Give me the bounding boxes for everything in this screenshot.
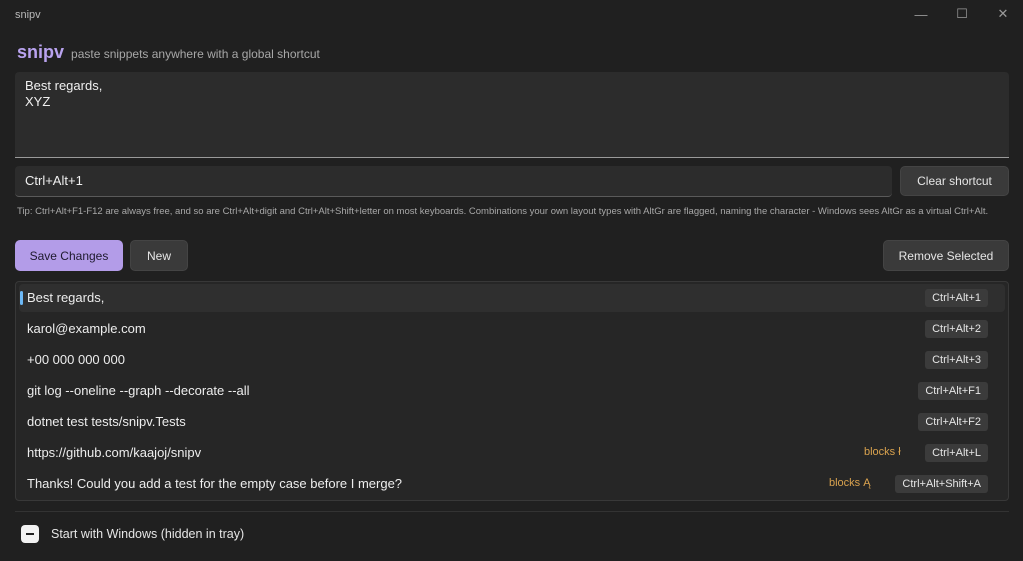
app-window: snipv — ☐ ✕ snipv paste snippets anywher… bbox=[0, 0, 1023, 561]
altgr-conflict-warning: blocks ł bbox=[864, 446, 901, 458]
shortcut-input[interactable]: Ctrl+Alt+1 bbox=[15, 166, 892, 197]
snippet-label: +00 000 000 000 bbox=[27, 352, 125, 367]
shortcut-badge: Ctrl+Alt+3 bbox=[925, 351, 988, 369]
start-with-windows-label: Start with Windows (hidden in tray) bbox=[51, 527, 245, 541]
app-tagline: paste snippets anywhere with a global sh… bbox=[71, 47, 320, 61]
divider bbox=[15, 511, 1009, 512]
clear-shortcut-button[interactable]: Clear shortcut bbox=[900, 166, 1009, 196]
shortcut-badge: Ctrl+Alt+2 bbox=[925, 320, 988, 338]
maximize-icon: ☐ bbox=[956, 6, 968, 21]
snippet-list[interactable]: Best regards, Ctrl+Alt+1 karol@example.com… bbox=[15, 281, 1009, 501]
app-header: snipv paste snippets anywhere with a glo… bbox=[17, 42, 320, 63]
close-icon: ✕ bbox=[997, 6, 1009, 21]
maximize-button[interactable]: ☐ bbox=[947, 4, 977, 24]
window-title: snipv bbox=[15, 9, 41, 21]
app-name: snipv bbox=[17, 42, 65, 62]
save-changes-button[interactable]: Save Changes bbox=[15, 240, 123, 271]
snippet-row[interactable]: dotnet test tests/snipv.Tests Ctrl+Alt+F2 bbox=[19, 408, 1005, 436]
shortcut-badge: Ctrl+Alt+F1 bbox=[918, 382, 988, 400]
shortcut-badge: Ctrl+Alt+Shift+A bbox=[895, 475, 988, 493]
snippet-text-editor[interactable]: Best regards, XYZ bbox=[15, 72, 1009, 158]
shortcut-badge: Ctrl+Alt+1 bbox=[925, 289, 988, 307]
title-bar[interactable]: snipv — ☐ ✕ bbox=[0, 0, 1023, 30]
indeterminate-dash-icon bbox=[26, 533, 34, 535]
close-button[interactable]: ✕ bbox=[988, 4, 1018, 24]
snippet-row[interactable]: karol@example.com Ctrl+Alt+2 bbox=[19, 315, 1005, 343]
snippet-label: https://github.com/kaajoj/snipv bbox=[27, 445, 202, 460]
snippet-label: Best regards, bbox=[27, 290, 105, 305]
snippet-label: karol@example.com bbox=[27, 321, 146, 336]
snippet-row[interactable]: https://github.com/kaajoj/snipv Ctrl+Alt+… bbox=[19, 439, 1005, 467]
start-with-windows-checkbox[interactable] bbox=[21, 525, 39, 543]
snippet-label: dotnet test tests/snipv.Tests bbox=[27, 414, 186, 429]
shortcut-badge: Ctrl+Alt+L bbox=[925, 444, 988, 462]
minimize-icon: — bbox=[914, 6, 928, 22]
snippet-row[interactable]: Best regards, Ctrl+Alt+1 bbox=[19, 284, 1005, 312]
shortcut-tip: Tip: Ctrl+Alt+F1-F12 are always free, an… bbox=[17, 206, 989, 217]
new-snippet-button[interactable]: New bbox=[130, 240, 188, 271]
snippet-row[interactable]: git log --oneline --graph --decorate --a… bbox=[19, 377, 1005, 405]
shortcut-badge: Ctrl+Alt+F2 bbox=[918, 413, 988, 431]
snippet-label: Thanks! Could you add a test for the emp… bbox=[27, 476, 403, 491]
remove-selected-button[interactable]: Remove Selected bbox=[883, 240, 1009, 271]
selection-indicator bbox=[20, 291, 23, 305]
snippet-label: git log --oneline --graph --decorate --a… bbox=[27, 383, 250, 398]
snippet-row[interactable]: +00 000 000 000 Ctrl+Alt+3 bbox=[19, 346, 1005, 374]
snippet-row[interactable]: Thanks! Could you add a test for the emp… bbox=[19, 470, 1005, 498]
minimize-button[interactable]: — bbox=[906, 4, 936, 24]
altgr-conflict-warning: blocks Ą bbox=[829, 477, 871, 489]
